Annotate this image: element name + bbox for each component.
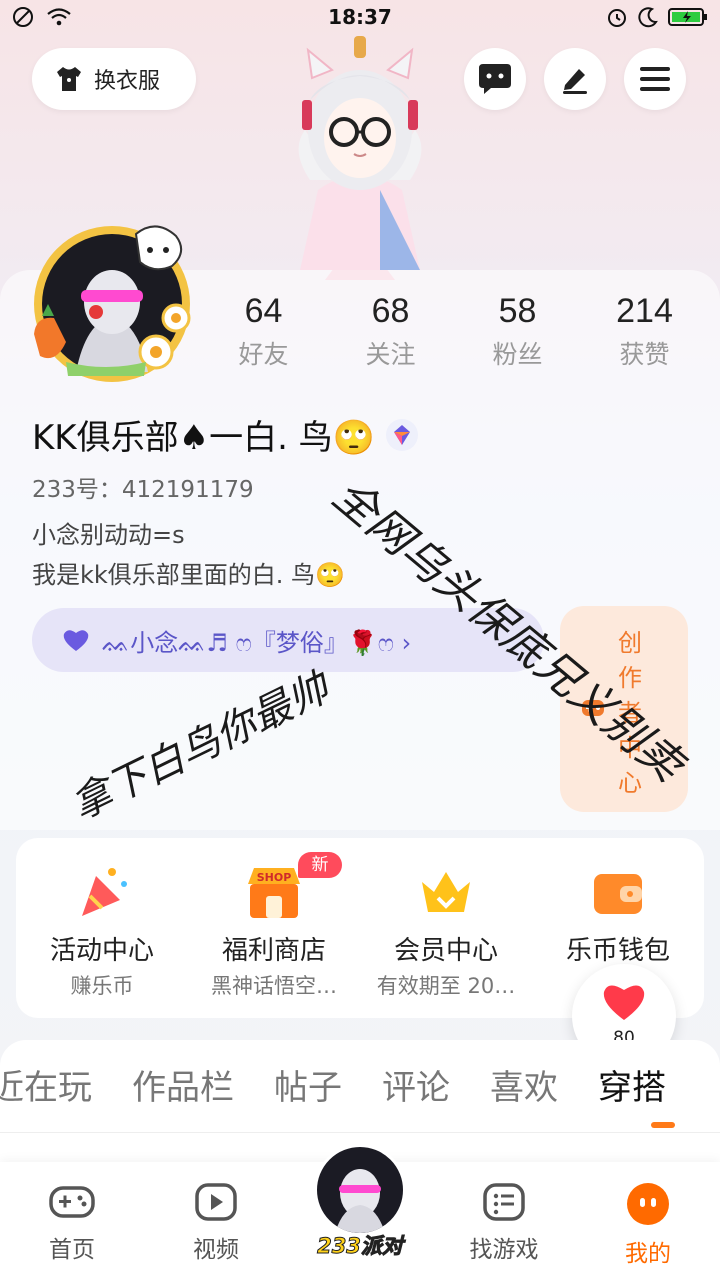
nav-find-games[interactable]: 找游戏 — [444, 1182, 564, 1264]
hamburger-menu-icon — [640, 67, 670, 91]
crown-icon — [422, 872, 470, 912]
gamepad-icon — [49, 1186, 95, 1218]
family-tag-bar[interactable]: ᨐ小念ᨐ♬ ෆ『梦俗』🌹ෆ › — [32, 608, 544, 672]
vip-center-button[interactable]: 会员中心 有效期至 20… — [360, 838, 532, 1018]
stat-following[interactable]: 68 关注 — [327, 292, 454, 371]
nickname: KK俱乐部♠一白. 鸟🙄 — [32, 418, 376, 458]
tab-comments[interactable]: 评论 — [382, 1060, 450, 1109]
play-icon — [195, 1183, 237, 1221]
bio-line: 我是kk俱乐部里面的白. 鸟🙄 — [32, 561, 345, 589]
me-icon — [627, 1183, 669, 1225]
wallet-icon — [594, 874, 642, 914]
stat-friends[interactable]: 64 好友 — [200, 292, 327, 371]
stat-label: 获赞 — [619, 340, 670, 369]
bio-line: 小念别动动=s — [32, 521, 185, 549]
stat-label: 粉丝 — [492, 340, 543, 369]
profile-tabs: 近在玩 作品栏 帖子 评论 喜欢 穿搭 — [0, 1060, 666, 1109]
heart-icon — [603, 985, 645, 1020]
nav-home[interactable]: 首页 — [12, 1182, 132, 1264]
stat-likes[interactable]: 214 获赞 — [581, 292, 708, 371]
edit-profile-button[interactable] — [544, 48, 606, 110]
nav-label: 首页 — [49, 1237, 95, 1263]
stat-label: 关注 — [365, 340, 416, 369]
chat-bubble-icon — [479, 64, 511, 94]
pen-icon — [563, 69, 587, 94]
function-sub: 黑神话悟空… — [211, 974, 337, 998]
creator-center-card[interactable]: 创作者中心 — [560, 606, 688, 812]
divider — [0, 1132, 720, 1133]
stat-fans[interactable]: 58 粉丝 — [454, 292, 581, 371]
tag-text: ᨐ小念ᨐ♬ ෆ『梦俗』🌹ෆ › — [102, 628, 412, 657]
shop-icon: SHOP — [248, 868, 300, 918]
bio: 小念别动动=s 我是kk俱乐部里面的白. 鸟🙄 — [32, 515, 345, 595]
svg-text:SHOP: SHOP — [257, 871, 292, 884]
tab-outfits[interactable]: 穿搭 — [598, 1060, 666, 1109]
function-title: 福利商店 — [221, 936, 326, 966]
tab-indicator — [651, 1122, 675, 1128]
nav-me[interactable]: 我的 — [588, 1182, 708, 1268]
profile-avatar[interactable] — [26, 222, 196, 382]
function-sub: 赚乐币 — [70, 974, 134, 998]
stat-label: 好友 — [238, 340, 289, 369]
stat-value: 214 — [616, 292, 673, 330]
activity-center-button[interactable]: 活动中心 赚乐币 — [16, 838, 188, 1018]
shirt-icon — [57, 67, 81, 91]
new-badge: 新 — [298, 852, 342, 878]
stat-value: 64 — [244, 292, 283, 330]
user-id: 233号：412191179 — [32, 477, 254, 503]
tab-works[interactable]: 作品栏 — [132, 1060, 234, 1109]
creator-label: 创作者中心 — [618, 629, 642, 797]
nav-video[interactable]: 视频 — [156, 1182, 276, 1264]
battery-icon — [668, 8, 707, 26]
message-button[interactable] — [464, 48, 526, 110]
menu-button[interactable] — [624, 48, 686, 110]
party-brand-label: 233派对 — [317, 1234, 404, 1259]
change-outfit-label: 换衣服 — [94, 69, 161, 94]
list-icon — [483, 1183, 525, 1221]
change-outfit-button[interactable]: 换衣服 — [32, 48, 196, 110]
heart-icon — [63, 630, 89, 651]
nav-party[interactable]: 233派对 — [310, 1144, 410, 1259]
nav-label: 找游戏 — [469, 1237, 539, 1263]
function-sub: 有效期至 20… — [376, 974, 516, 998]
stat-value: 58 — [498, 292, 537, 330]
vip-gem-icon[interactable] — [385, 418, 419, 452]
function-title: 活动中心 — [49, 936, 154, 966]
alarm-icon — [608, 9, 626, 27]
function-title: 会员中心 — [393, 936, 498, 966]
function-title: 乐币钱包 — [565, 936, 670, 966]
nickname-row: KK俱乐部♠一白. 鸟🙄 — [32, 410, 419, 459]
character-avatar-image[interactable] — [270, 30, 450, 280]
party-popper-icon — [82, 868, 127, 916]
tab-likes[interactable]: 喜欢 — [490, 1060, 558, 1109]
tab-recent-play[interactable]: 近在玩 — [0, 1060, 92, 1109]
party-avatar-icon — [314, 1144, 406, 1236]
nav-label: 视频 — [193, 1237, 239, 1263]
tab-posts[interactable]: 帖子 — [274, 1060, 342, 1109]
gamepad-small-icon — [582, 700, 604, 716]
moon-icon — [638, 7, 658, 28]
nav-label: 我的 — [625, 1241, 671, 1267]
stat-value: 68 — [371, 292, 410, 330]
profile-stats: 64 好友 68 关注 58 粉丝 214 获赞 — [200, 292, 710, 371]
